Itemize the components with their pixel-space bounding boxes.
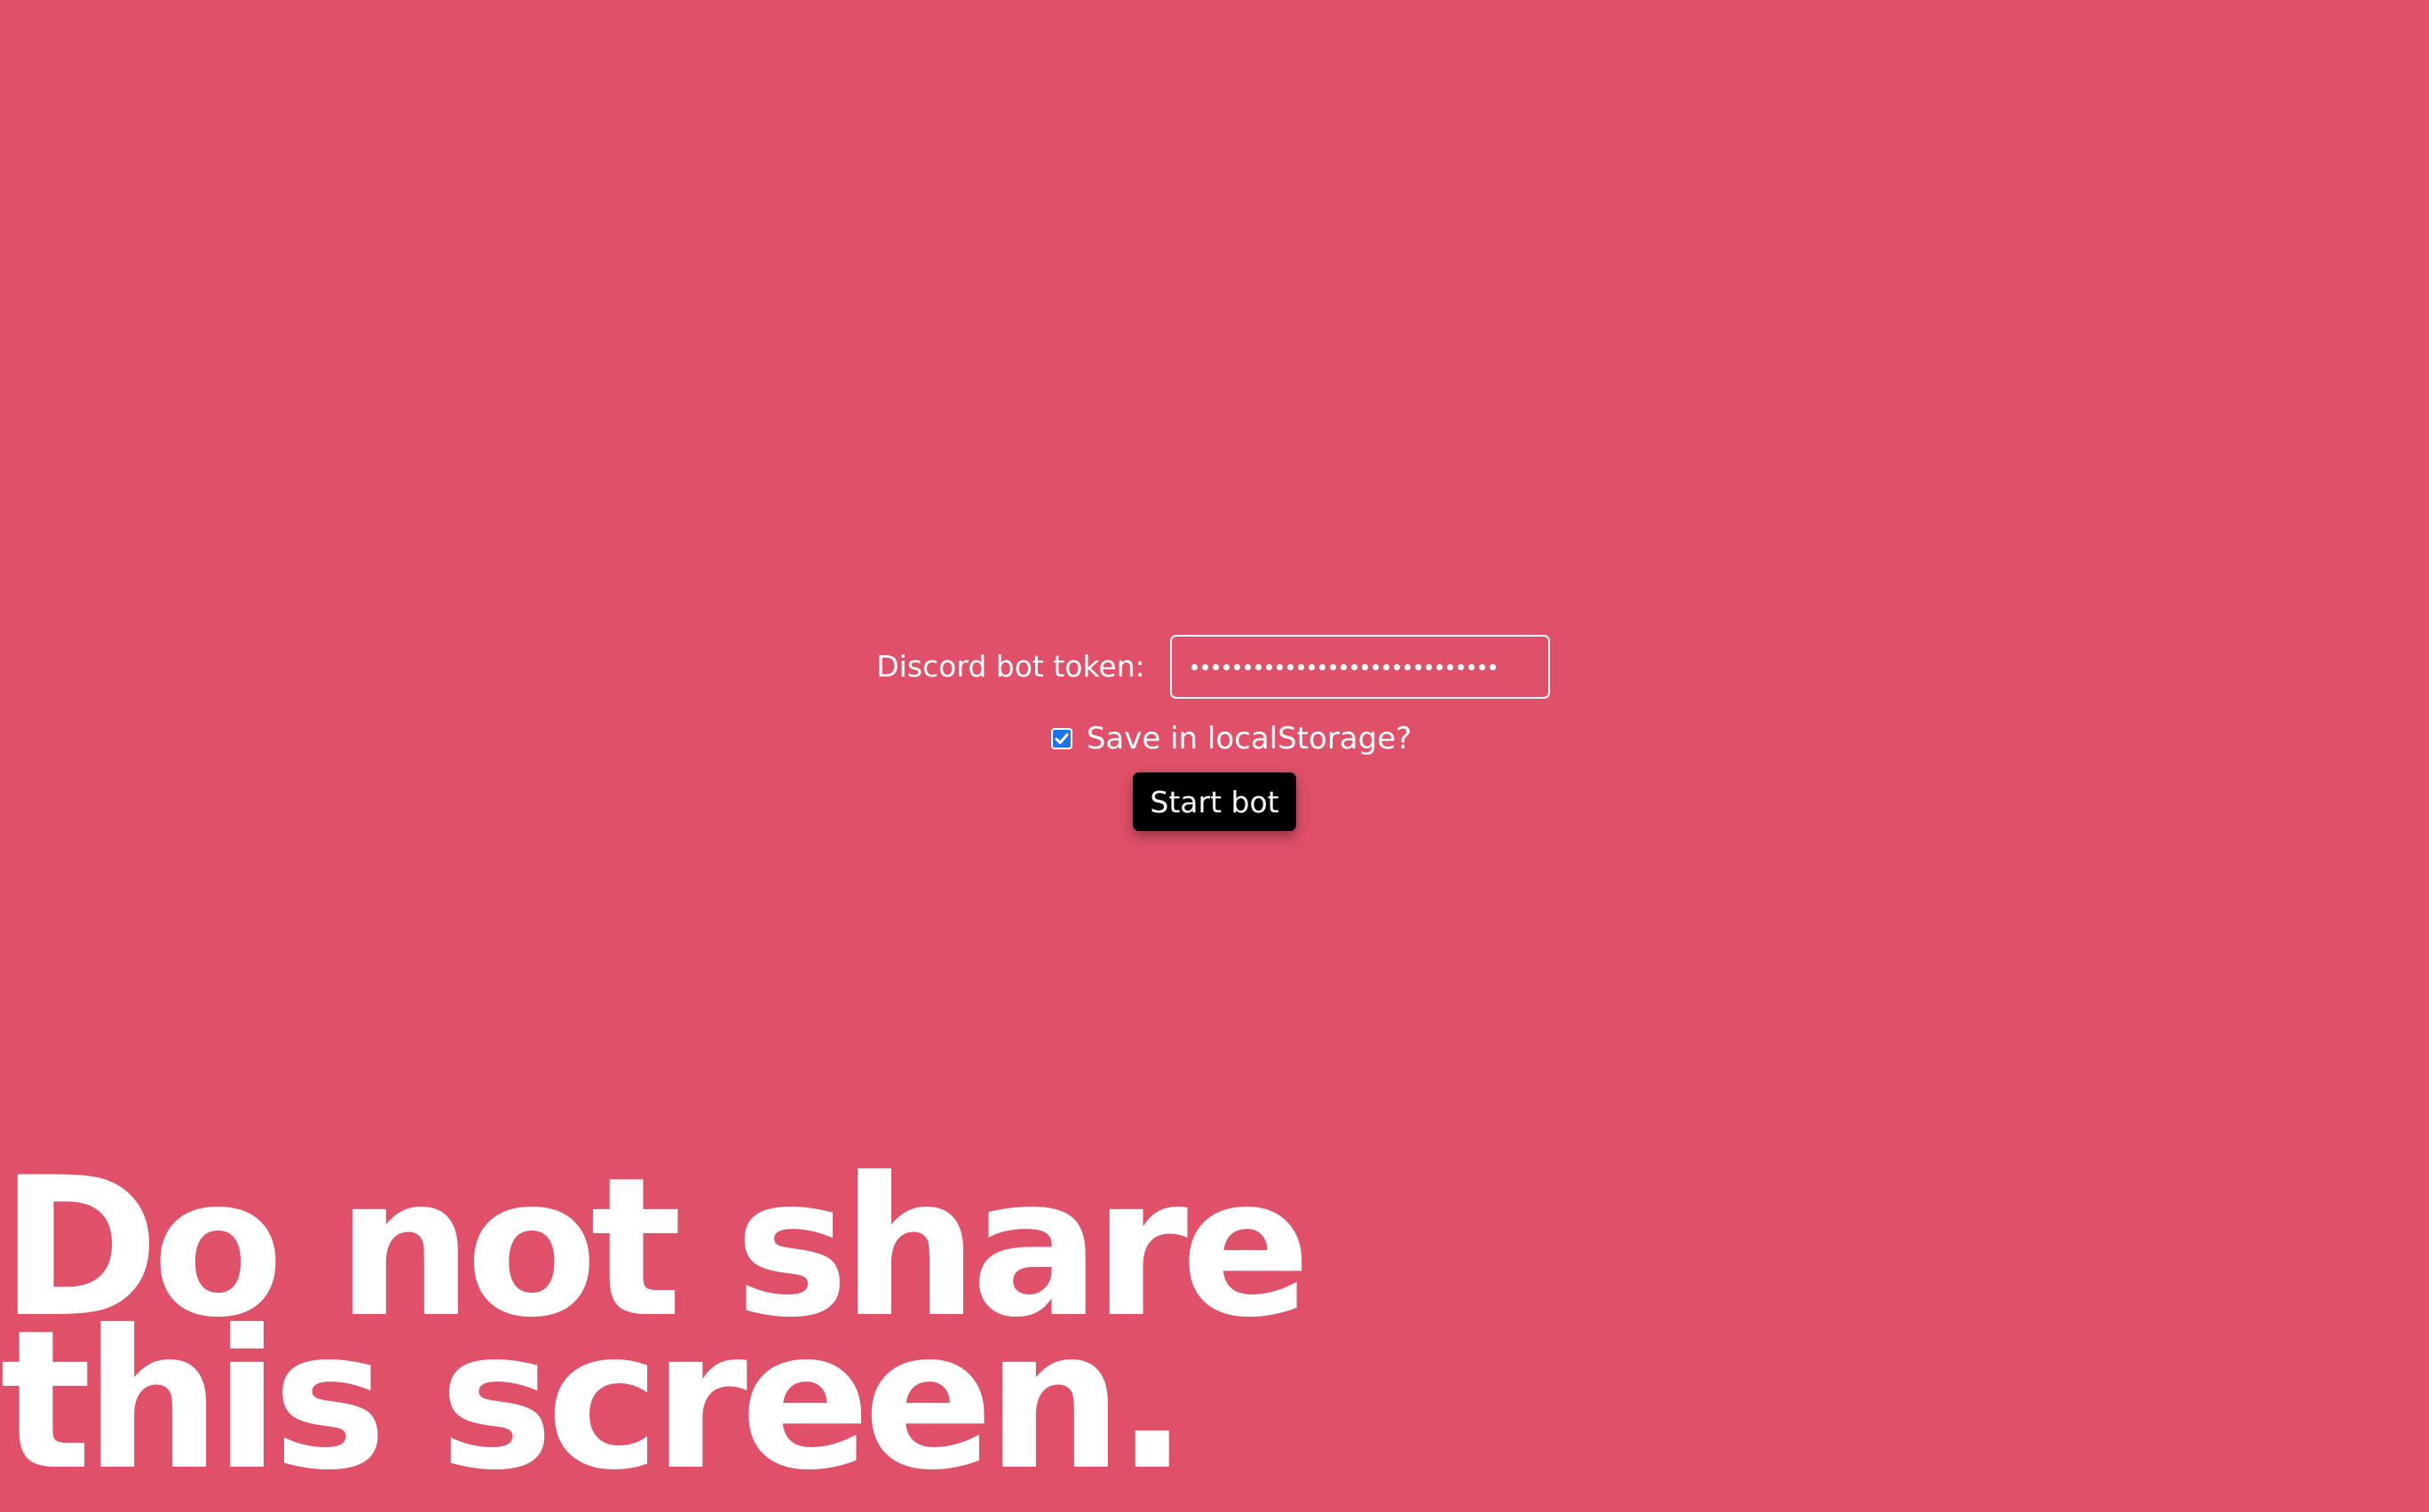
token-mask-dot <box>1212 663 1219 670</box>
token-mask-dot <box>1265 663 1272 670</box>
token-mask-dot <box>1254 663 1262 670</box>
token-mask-dot <box>1222 663 1230 670</box>
token-mask-dot <box>1414 663 1421 670</box>
token-mask-dot <box>1468 663 1475 670</box>
token-mask-dot <box>1393 663 1400 670</box>
token-mask-dot <box>1340 663 1347 670</box>
token-row: Discord bot token: <box>876 635 1550 699</box>
token-mask-dot <box>1276 663 1283 670</box>
token-mask-dot <box>1308 663 1315 670</box>
token-mask-dot <box>1233 663 1240 670</box>
token-mask-dot <box>1244 663 1251 670</box>
token-mask-dot <box>1201 663 1208 670</box>
token-mask-dot <box>1404 663 1411 670</box>
token-mask-dot <box>1425 663 1432 670</box>
token-input[interactable] <box>1169 635 1550 699</box>
token-mask-dot <box>1457 663 1464 670</box>
start-bot-button[interactable]: Start bot <box>1133 772 1296 831</box>
token-mask-dot <box>1382 663 1389 670</box>
token-mask-dot <box>1350 663 1357 670</box>
save-localstorage-row: Save in localStorage? <box>1050 716 1412 761</box>
checkmark-icon <box>1055 733 1069 744</box>
token-mask-dot <box>1329 663 1336 670</box>
token-mask-dot <box>1318 663 1325 670</box>
token-mask-dot <box>1191 663 1198 670</box>
token-mask-dot <box>1489 663 1496 670</box>
token-mask-dot <box>1361 663 1368 670</box>
save-localstorage-checkbox[interactable] <box>1050 728 1072 749</box>
token-mask-dot <box>1436 663 1443 670</box>
token-mask-dot <box>1286 663 1294 670</box>
bot-login-form: Discord bot token: Save in localStorage?… <box>0 635 2429 831</box>
token-mask-dot <box>1372 663 1379 670</box>
token-mask-dot <box>1478 663 1485 670</box>
warning-heading: Do not share this screen. <box>0 1152 1311 1512</box>
token-mask-dot <box>1297 663 1304 670</box>
token-mask-dot <box>1446 663 1453 670</box>
save-localstorage-label: Save in localStorage? <box>1086 721 1412 756</box>
token-masked-value <box>1191 663 1496 670</box>
token-label: Discord bot token: <box>876 649 1145 684</box>
warning-line-2: this screen. <box>0 1289 1189 1512</box>
